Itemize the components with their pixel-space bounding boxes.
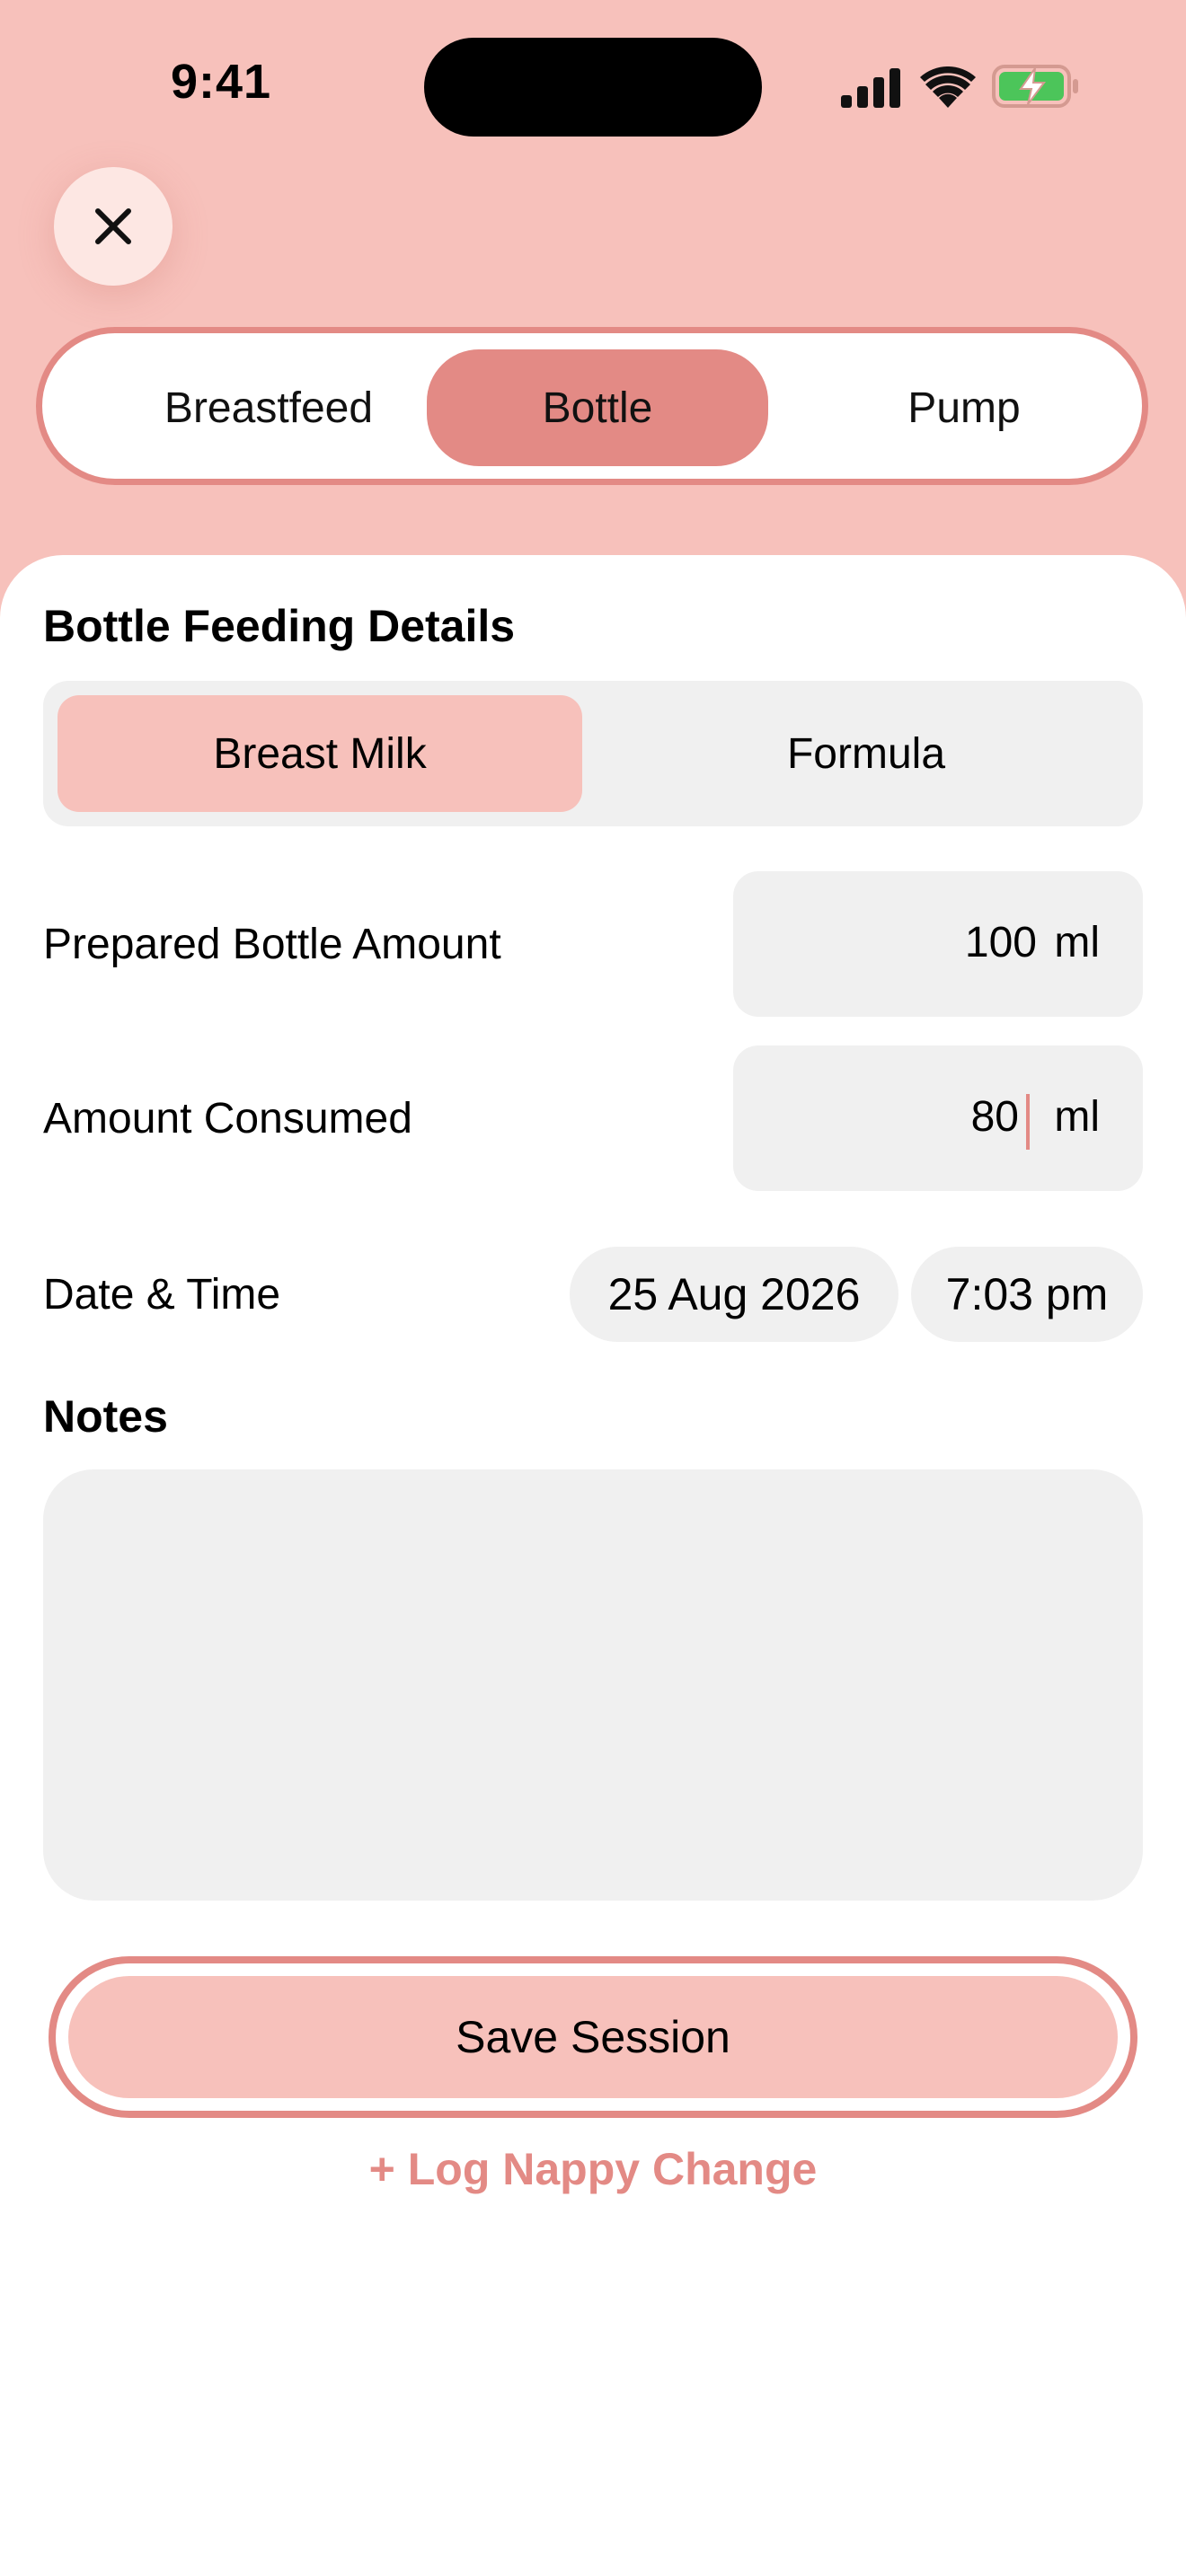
prepared-amount-unit: ml [1054, 919, 1100, 966]
tab-label: Pump [907, 384, 1021, 432]
section-title: Bottle Feeding Details [43, 601, 516, 651]
date-value: 25 Aug 2026 [607, 1269, 861, 1319]
date-picker[interactable]: 25 Aug 2026 [570, 1247, 898, 1342]
milk-type-label: Breast Milk [213, 729, 427, 778]
status-time: 9:41 [171, 55, 272, 109]
dynamic-island [424, 38, 762, 137]
consumed-amount-field[interactable]: 80 ml [733, 1045, 1143, 1191]
milk-type-formula[interactable]: Formula [604, 695, 1128, 812]
notes-input[interactable] [43, 1469, 1143, 1901]
notes-title: Notes [43, 1391, 168, 1442]
wifi-icon [920, 66, 976, 108]
milk-type-breast-milk[interactable]: Breast Milk [58, 695, 582, 812]
time-value: 7:03 pm [945, 1269, 1109, 1319]
save-button-label: Save Session [456, 2012, 730, 2062]
time-picker[interactable]: 7:03 pm [911, 1247, 1143, 1342]
battery-charging-icon [992, 65, 1078, 108]
tab-breastfeed[interactable]: Breastfeed [64, 349, 474, 466]
save-button-fill: Save Session [68, 1976, 1118, 2098]
consumed-amount-value: 80 [970, 1093, 1019, 1141]
log-nappy-change-link[interactable]: + Log Nappy Change [0, 2143, 1186, 2195]
milk-type-label: Formula [786, 729, 946, 778]
tab-bottle[interactable]: Bottle [427, 349, 768, 466]
status-icons [841, 65, 1082, 110]
tab-pump[interactable]: Pump [793, 349, 1135, 466]
consumed-amount-label: Amount Consumed [43, 1095, 412, 1142]
tab-label: Breastfeed [164, 384, 374, 432]
prepared-amount-value: 100 [964, 919, 1037, 966]
save-session-button[interactable]: Save Session [49, 1956, 1137, 2118]
consumed-amount-unit: ml [1054, 1093, 1100, 1141]
close-button[interactable] [54, 167, 173, 286]
milk-type-selector: Breast Milk Formula [43, 681, 1143, 826]
feeding-mode-selector: Breastfeed Bottle Pump [36, 327, 1148, 485]
date-time-label: Date & Time [43, 1271, 281, 1319]
prepared-amount-field[interactable]: 100 ml [733, 871, 1143, 1017]
close-icon [95, 208, 131, 244]
tab-label: Bottle [542, 384, 653, 432]
signal-icon [841, 68, 900, 108]
text-cursor [1026, 1094, 1030, 1150]
prepared-amount-label: Prepared Bottle Amount [43, 921, 501, 968]
